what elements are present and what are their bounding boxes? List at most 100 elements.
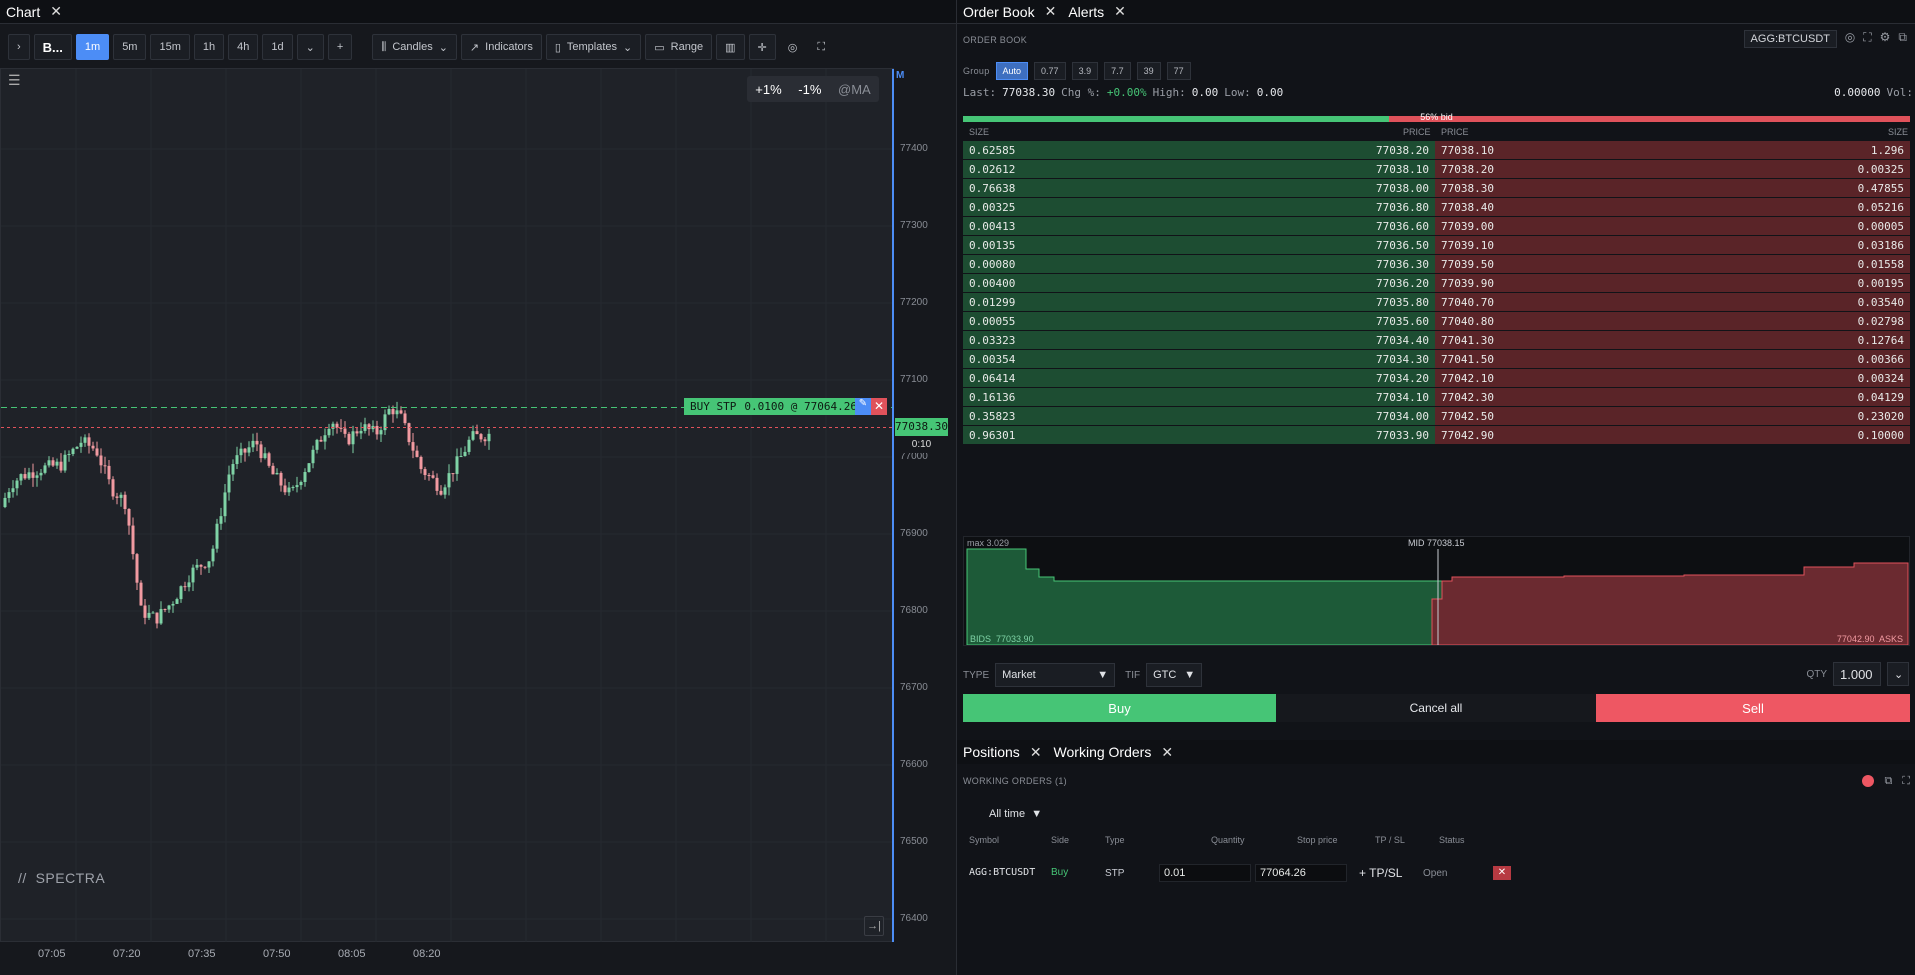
ask-cell[interactable]: 77040.70 0.03540 [1435,293,1910,311]
bid-cell[interactable]: 0.01299 77035.80 [963,293,1435,311]
interval-1m-button[interactable]: 1m [75,34,110,60]
price-chart[interactable] [0,68,895,943]
ask-cell[interactable]: 77039.10 0.03186 [1435,236,1910,254]
range-button[interactable]: ▭ Range [645,34,713,60]
time-filter-select[interactable]: All time ▼ [989,808,1042,820]
ask-cell[interactable]: 77039.00 0.00005 [1435,217,1910,235]
minus-1pct-button[interactable]: -1% [798,82,821,97]
order-book-row[interactable]: 0.06414 77034.20 77042.10 0.00324 [963,369,1910,388]
minimize-icon[interactable]: ⛶ [1863,30,1871,45]
time-axis[interactable]: 07:05 07:20 07:35 07:50 08:05 08:20 [0,942,950,972]
bid-cell[interactable]: 0.62585 77038.20 [963,141,1435,159]
order-book-row[interactable]: 0.00055 77035.60 77040.80 0.02798 [963,312,1910,331]
order-book-row[interactable]: 0.62585 77038.20 77038.10 1.296 [963,141,1910,160]
ask-cell[interactable]: 77042.50 0.23020 [1435,407,1910,425]
bid-cell[interactable]: 0.00413 77036.60 [963,217,1435,235]
interval-dropdown-button[interactable]: ⌄ [296,34,324,60]
quantity-input[interactable]: 1.000 [1833,662,1881,686]
order-line-label[interactable]: BUY STP 0.0100 @ 77064.26 [684,398,863,415]
ask-cell[interactable]: 77039.90 0.00195 [1435,274,1910,292]
target-icon[interactable]: ◎ [1845,30,1855,45]
order-book-row[interactable]: 0.00354 77034.30 77041.50 0.00366 [963,350,1910,369]
symbol-button[interactable]: B... [33,34,72,60]
cancel-all-button[interactable]: Cancel all [1276,694,1596,722]
order-book-row[interactable]: 0.00325 77036.80 77038.40 0.05216 [963,198,1910,217]
menu-icon[interactable]: ☰ [8,72,21,89]
bid-cell[interactable]: 0.06414 77034.20 [963,369,1435,387]
bid-cell[interactable]: 0.00055 77035.60 [963,312,1435,330]
crosshair-button[interactable]: ✛ [748,34,776,60]
order-book-row[interactable]: 0.00413 77036.60 77039.00 0.00005 [963,217,1910,236]
tab-working-orders[interactable]: Working Orders ✕ [1048,740,1180,764]
ma-button[interactable]: @MA [838,82,871,97]
bid-cell[interactable]: 0.00135 77036.50 [963,236,1435,254]
ask-cell[interactable]: 77038.10 1.296 [1435,141,1910,159]
tab-order-book[interactable]: Order Book ✕ [957,0,1062,24]
ask-cell[interactable]: 77042.10 0.00324 [1435,369,1910,387]
close-icon[interactable]: ✕ [1114,3,1126,20]
bid-cell[interactable]: 0.35823 77034.00 [963,407,1435,425]
ask-cell[interactable]: 77041.30 0.12764 [1435,331,1910,349]
fullscreen-button[interactable]: ⛶ [809,34,833,60]
layout-button[interactable]: ▥ [716,34,745,60]
order-quantity-input[interactable]: 0.01 [1159,864,1251,882]
bid-cell[interactable]: 0.96301 77033.90 [963,426,1435,444]
ask-cell[interactable]: 77038.20 0.00325 [1435,160,1910,178]
cancel-working-order-button[interactable]: ✕ [1493,866,1511,880]
bid-cell[interactable]: 0.00400 77036.20 [963,274,1435,292]
ask-cell[interactable]: 77038.30 0.47855 [1435,179,1910,197]
chart-type-button[interactable]: ⫼ Candles ⌄ [372,34,457,60]
order-book-row[interactable]: 0.76638 77038.00 77038.30 0.47855 [963,179,1910,198]
group-0-77-button[interactable]: 0.77 [1034,62,1066,80]
add-tpsl-button[interactable]: + TP/SL [1359,866,1402,880]
ask-cell[interactable]: 77041.50 0.00366 [1435,350,1910,368]
bid-cell[interactable]: 0.16136 77034.10 [963,388,1435,406]
order-book-symbol[interactable]: AGG:BTCUSDT [1743,30,1837,48]
order-book-row[interactable]: 0.00080 77036.30 77039.50 0.01558 [963,255,1910,274]
group-39-button[interactable]: 39 [1136,62,1161,80]
ask-cell[interactable]: 77042.30 0.04129 [1435,388,1910,406]
cancel-order-button[interactable]: ✕ [871,398,887,415]
bid-cell[interactable]: 0.02612 77038.10 [963,160,1435,178]
record-icon[interactable] [1862,775,1875,787]
candlestick-chart[interactable] [1,69,895,943]
interval-1h-button[interactable]: 1h [193,34,225,60]
tab-alerts[interactable]: Alerts ✕ [1062,0,1132,24]
tab-chart[interactable]: Chart ✕ [0,0,68,24]
interval-5m-button[interactable]: 5m [113,34,147,60]
bid-cell[interactable]: 0.00080 77036.30 [963,255,1435,273]
bid-cell[interactable]: 0.03323 77034.40 [963,331,1435,349]
popout-icon[interactable]: ⧉ [1884,775,1892,788]
ask-cell[interactable]: 77038.40 0.05216 [1435,198,1910,216]
edit-order-button[interactable]: ✎ [855,398,871,415]
order-stop-price-input[interactable]: 77064.26 [1255,864,1347,882]
templates-button[interactable]: ▯ Templates ⌄ [545,34,642,60]
bid-cell[interactable]: 0.76638 77038.00 [963,179,1435,197]
price-axis[interactable]: 77400 77300 77200 77100 77000 76900 76800 76700… [894,68,950,942]
depth-chart[interactable]: max 3.029 MID 77038.15 BIDS 77033.90 770… [963,536,1910,646]
ask-cell[interactable]: 77040.80 0.02798 [1435,312,1910,330]
order-book-row[interactable]: 0.16136 77034.10 77042.30 0.04129 [963,388,1910,407]
ask-cell[interactable]: 77039.50 0.01558 [1435,255,1910,273]
group-auto-button[interactable]: Auto [995,62,1029,80]
close-icon[interactable]: ✕ [1161,744,1173,761]
interval-4h-button[interactable]: 4h [228,34,259,60]
close-icon[interactable]: ✕ [1030,744,1042,761]
ask-cell[interactable]: 77042.90 0.10000 [1435,426,1910,444]
order-book-row[interactable]: 0.01299 77035.80 77040.70 0.03540 [963,293,1910,312]
buy-button[interactable]: Buy [963,694,1276,722]
tif-select[interactable]: GTC ▼ [1146,663,1203,687]
interval-15m-button[interactable]: 15m [150,34,190,60]
bid-cell[interactable]: 0.00354 77034.30 [963,350,1435,368]
order-type-select[interactable]: Market ▼ [995,663,1116,687]
interval-1d-button[interactable]: 1d [262,34,293,60]
order-book-row[interactable]: 0.02612 77038.10 77038.20 0.00325 [963,160,1910,179]
add-interval-button[interactable]: + [327,34,353,60]
screenshot-button[interactable]: ◎ [780,34,806,60]
fullscreen-icon[interactable]: ⛶ [1902,775,1910,788]
close-icon[interactable]: ✕ [50,3,62,20]
group-7-7-button[interactable]: 7.7 [1104,62,1131,80]
working-order-row[interactable]: AGG:BTCUSDT Buy STP 0.01 77064.26 + TP/S… [957,864,1915,884]
group-77-button[interactable]: 77 [1166,62,1191,80]
sell-button[interactable]: Sell [1596,694,1910,722]
